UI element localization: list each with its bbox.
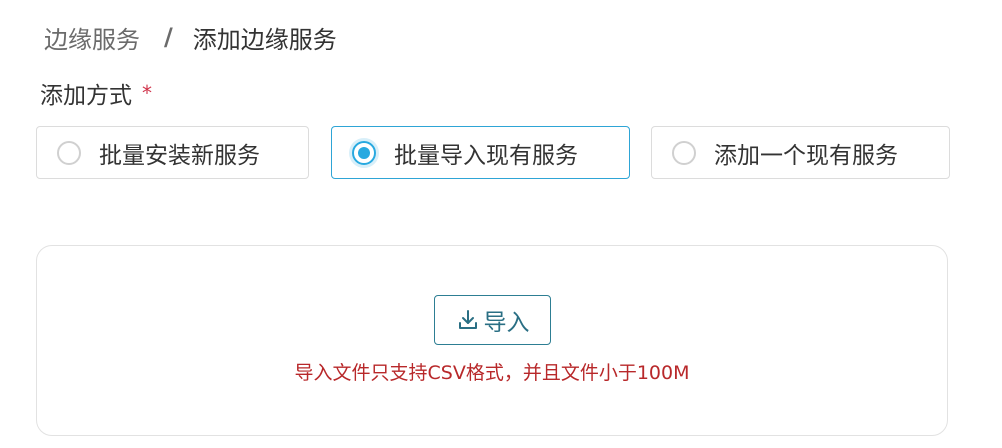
breadcrumb: 边缘服务 / 添加边缘服务 xyxy=(44,20,337,54)
radio-button[interactable] xyxy=(57,140,81,165)
option-label: 批量安装新服务 xyxy=(99,142,260,169)
download-icon xyxy=(458,310,477,329)
radio-button-selected[interactable] xyxy=(352,140,376,165)
breadcrumb-parent-link[interactable]: 边缘服务 xyxy=(44,20,140,55)
breadcrumb-current: 添加边缘服务 xyxy=(192,25,337,54)
import-button[interactable]: 导入 xyxy=(434,295,551,345)
option-label: 批量导入现有服务 xyxy=(394,142,578,169)
option-label: 添加一个现有服务 xyxy=(714,142,898,169)
file-format-hint: 导入文件只支持CSV格式，并且文件小于100M xyxy=(294,362,690,384)
option-batch-install-new[interactable]: 批量安装新服务 xyxy=(36,126,309,179)
upload-panel: 导入 导入文件只支持CSV格式，并且文件小于100M xyxy=(36,245,948,436)
option-add-one-existing[interactable]: 添加一个现有服务 xyxy=(651,126,950,179)
option-batch-import-existing[interactable]: 批量导入现有服务 xyxy=(331,126,630,179)
import-button-label: 导入 xyxy=(483,310,530,336)
add-method-label: 添加方式 * xyxy=(40,77,152,109)
add-method-label-text: 添加方式 xyxy=(40,83,132,109)
breadcrumb-separator: / xyxy=(164,23,173,51)
required-mark: * xyxy=(142,81,152,105)
radio-button[interactable] xyxy=(672,140,696,165)
add-edge-service-page: 边缘服务 / 添加边缘服务 添加方式 * 批量安装新服务 批量导入现有服务 添加… xyxy=(0,0,1002,448)
